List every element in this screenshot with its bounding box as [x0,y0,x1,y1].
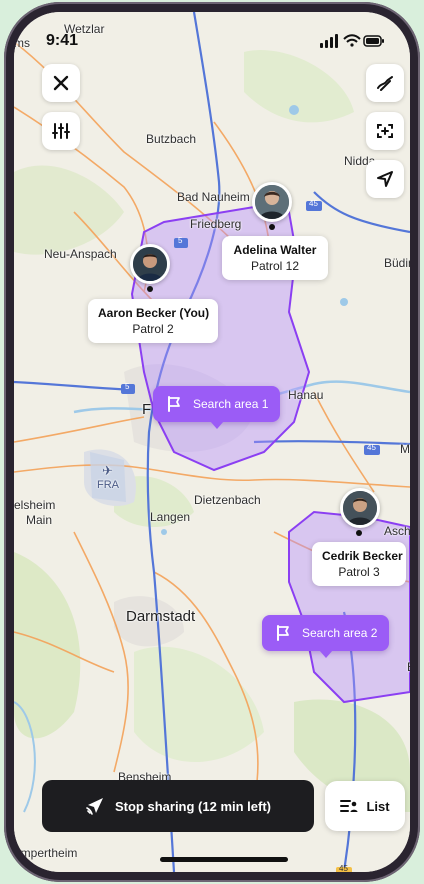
add-area-button[interactable] [366,112,404,150]
stop-sharing-button[interactable]: Stop sharing (12 min left) [42,780,314,832]
wifi-icon [343,34,361,47]
person-photo-icon [255,185,289,219]
location-dot-adelina [269,224,275,230]
person-photo-icon [343,491,377,525]
search-area-2-tag[interactable]: Search area 2 [262,615,390,658]
map-label-dietzenbach: Dietzenbach [194,493,261,507]
map-label-bad-nauheim: Bad Nauheim [177,190,250,204]
status-bar: 9:41 [14,12,410,52]
map-label-ascha: Ascha [384,524,410,538]
location-dot-cedrik [356,530,362,536]
person-name: Aaron Becker (You) [98,306,210,320]
person-patrol: Patrol 3 [338,565,380,579]
road-number-5b: 5 [125,382,130,391]
road-number-5a: 5 [178,236,183,245]
home-indicator[interactable] [160,857,288,862]
map-label-f: F [142,401,152,418]
map-label-buding: Büding [384,256,410,270]
search-area-label: Search area 2 [302,626,378,640]
list-icon [340,800,358,812]
battery-icon [363,35,384,47]
locate-arrow-icon [377,171,393,187]
location-dot-aaron [147,286,153,292]
map-label-butzbach: Butzbach [146,132,197,146]
close-icon [53,75,69,91]
flag-icon [168,396,180,412]
draw-route-icon [377,76,393,91]
list-button[interactable]: List [325,781,405,831]
phone-frame: ms Wetzlar Butzbach Nidda Bad Nauheim Fr… [4,2,420,882]
map-label-friedberg: Friedberg [190,217,242,231]
callout-adelina-walter[interactable]: Adelina Walter Patrol 12 [222,236,328,280]
flag-icon [277,625,289,641]
person-name: Adelina Walter [233,243,317,257]
cellular-signal-icon [320,34,338,48]
filter-button[interactable] [42,112,80,150]
system-status-icons [320,34,384,48]
callout-cedrik-becker[interactable]: Cedrik Becker Patrol 3 [312,542,406,586]
map-label-en: En [407,660,410,674]
road-number-45c: 45 [339,864,348,872]
map-label-fra: FRA [97,479,119,491]
callout-aaron-becker[interactable]: Aaron Becker (You) Patrol 2 [88,299,218,343]
person-patrol: Patrol 2 [132,322,174,336]
person-photo-icon [133,247,167,281]
status-time: 9:41 [46,32,79,49]
locate-me-button[interactable] [366,160,404,198]
road-number-45a: 45 [309,199,318,208]
close-button[interactable] [42,64,80,102]
airport-icon: ✈ [102,463,113,478]
draw-route-button[interactable] [366,64,404,102]
map-label-main: Main [26,513,53,527]
search-area-label: Search area 1 [193,397,269,411]
map-label-hanau: Hanau [288,388,324,402]
avatar-aaron-becker[interactable] [130,244,170,284]
map-label-m: M [400,442,410,456]
share-location-icon [86,798,103,815]
map-label-darmstadt: Darmstadt [126,608,196,625]
avatar-adelina-walter[interactable] [252,182,292,222]
map-label-neu-anspach: Neu-Anspach [44,247,117,261]
avatar-cedrik-becker[interactable] [340,488,380,528]
search-area-1-tag[interactable]: Search area 1 [153,386,281,429]
road-number-45b: 45 [367,443,376,452]
map-label-elsheim: elsheim [14,498,56,512]
list-label: List [366,798,390,814]
person-patrol: Patrol 12 [250,259,300,273]
stop-sharing-label: Stop sharing (12 min left) [114,798,271,814]
add-area-icon [377,124,393,138]
map-label-langen: Langen [150,510,191,524]
filter-sliders-icon [52,123,70,139]
person-name: Cedrik Becker [322,549,403,563]
map-label-lampertheim: ampertheim [14,846,78,860]
map-screen: ms Wetzlar Butzbach Nidda Bad Nauheim Fr… [14,12,410,872]
